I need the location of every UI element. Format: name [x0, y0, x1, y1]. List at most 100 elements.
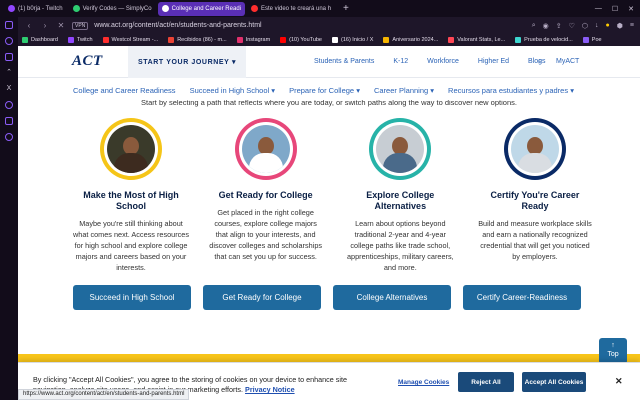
- card-photo-ring: [369, 118, 432, 180]
- whatsapp-icon[interactable]: [5, 53, 13, 61]
- maximize-icon[interactable]: ☐: [612, 5, 618, 13]
- myact-link[interactable]: MyACT: [556, 58, 579, 65]
- act-logo[interactable]: ACT: [72, 53, 103, 70]
- top-nav: Students & Parents K-12 Workforce Higher…: [314, 58, 546, 65]
- minimize-icon[interactable]: —: [595, 5, 602, 13]
- ai-icon[interactable]: ⌃: [5, 69, 13, 77]
- history-icon[interactable]: [5, 117, 13, 125]
- site-header: ACT START YOUR JOURNEY ▾ Students & Pare…: [18, 46, 640, 78]
- tab-bar: (1) b0rja - Twitch Verify Codes — Simply…: [0, 0, 640, 17]
- chevron-down-icon: ▾: [269, 86, 276, 95]
- tab-favicon-icon: [8, 5, 15, 12]
- address-bar: ‹ › ✕ VPN www.act.org/content/act/en/stu…: [18, 17, 640, 34]
- subnav-high-school[interactable]: Succeed in High School ▾: [190, 86, 276, 95]
- succeed-high-school-button[interactable]: Succeed in High School: [73, 285, 191, 310]
- yellow-band: [18, 354, 640, 362]
- accept-all-cookies-button[interactable]: Accept All Cookies: [522, 372, 586, 392]
- card-text: Get placed in the right college courses,…: [209, 208, 323, 261]
- intro-text: Start by selecting a path that reflects …: [141, 100, 517, 107]
- path-card-high-school: Make the Most of High School Maybe you'r…: [73, 118, 189, 273]
- cube-icon[interactable]: ⬡: [582, 22, 588, 30]
- bookmark-favicon-icon: [102, 37, 109, 43]
- nav-blogs[interactable]: Blogs: [528, 58, 546, 65]
- bookmark-favicon-icon: [383, 37, 390, 43]
- camera-icon[interactable]: ◉: [543, 22, 549, 30]
- bookmark-item[interactable]: (16) Inicio / X: [332, 37, 373, 43]
- bookmark-item[interactable]: Aniversario 2024...: [383, 37, 438, 43]
- bookmark-item[interactable]: Valorant Stats, Le...: [448, 37, 505, 43]
- vpn-badge[interactable]: VPN: [72, 21, 89, 30]
- bookmark-favicon-icon: [22, 37, 28, 43]
- browser-tab[interactable]: Verify Codes — SimplyCo: [69, 2, 156, 16]
- bookmark-item[interactable]: Recibidos (86) - m...: [168, 37, 227, 43]
- nav-higher-ed[interactable]: Higher Ed: [478, 58, 509, 65]
- close-window-icon[interactable]: ✕: [628, 5, 634, 13]
- manage-cookies-link[interactable]: Manage Cookies: [398, 379, 449, 386]
- bookmark-item[interactable]: Poe: [582, 37, 602, 43]
- nav-k12[interactable]: K-12: [393, 58, 408, 65]
- certify-career-readiness-button[interactable]: Certify Career-Readiness: [463, 285, 581, 310]
- search-icon[interactable]: ⌕: [538, 56, 542, 66]
- download-icon[interactable]: ↓: [595, 22, 599, 30]
- browser-tab-active[interactable]: College and Career Readi: [157, 1, 245, 16]
- bookmark-icon[interactable]: ♡: [569, 22, 575, 30]
- card-title: Explore College Alternatives: [366, 190, 435, 211]
- subnav-college-career[interactable]: College and Career Readiness: [73, 86, 176, 95]
- card-text: Build and measure workplace skills and e…: [478, 219, 592, 261]
- apple-icon[interactable]: ●: [606, 22, 610, 30]
- card-photo-ring: [503, 118, 566, 180]
- card-text: Maybe you're still thinking about what c…: [73, 219, 189, 272]
- share-icon[interactable]: ⇪: [556, 22, 562, 30]
- path-cards: Make the Most of High School Maybe you'r…: [73, 118, 593, 273]
- reject-all-button[interactable]: Reject All: [458, 372, 514, 392]
- browser-tab[interactable]: Este video te creará una h: [247, 2, 335, 16]
- forward-icon[interactable]: ›: [40, 21, 50, 30]
- back-to-top-button[interactable]: ↑ Top: [599, 338, 627, 364]
- card-text: Learn about options beyond traditional 2…: [346, 219, 454, 272]
- bookmark-item[interactable]: Dashboard: [22, 37, 58, 43]
- tab-favicon-icon: [250, 5, 258, 12]
- nav-workforce[interactable]: Workforce: [427, 58, 459, 65]
- bookmark-item[interactable]: Instagram: [236, 37, 270, 43]
- player-icon[interactable]: [5, 101, 13, 109]
- close-icon[interactable]: ✕: [615, 376, 623, 387]
- x-icon[interactable]: X: [5, 85, 13, 93]
- bookmark-favicon-icon: [582, 37, 589, 43]
- settings-icon[interactable]: [5, 133, 13, 141]
- bookmark-item[interactable]: (10) YouTube: [280, 37, 322, 43]
- url-field[interactable]: www.act.org/content/act/en/students-and-…: [94, 22, 525, 29]
- subnav-recursos[interactable]: Recursos para estudiantes y padres ▾: [448, 86, 574, 95]
- bookmark-item[interactable]: Prueba de velocid...: [515, 37, 573, 43]
- card-photo-ring: [234, 118, 297, 180]
- bookmark-favicon-icon: [332, 37, 338, 43]
- start-journey-menu[interactable]: START YOUR JOURNEY ▾: [128, 46, 247, 78]
- student-photo: [510, 125, 559, 173]
- extensions-icon[interactable]: ⬢: [617, 22, 623, 30]
- menu-icon[interactable]: ≡: [630, 22, 634, 30]
- stop-icon[interactable]: ✕: [56, 21, 66, 30]
- nav-students-parents[interactable]: Students & Parents: [314, 58, 374, 65]
- student-photo: [107, 125, 155, 173]
- bookmark-item[interactable]: Westcol Stream -...: [102, 37, 158, 43]
- bookmark-item[interactable]: Twitch: [67, 37, 93, 43]
- tab-favicon-icon: [161, 5, 169, 12]
- card-photo-ring: [100, 118, 162, 180]
- subnav-prepare-college[interactable]: Prepare for College ▾: [289, 86, 360, 95]
- path-card-career-ready: Certify You're Career Ready Build and me…: [477, 118, 593, 273]
- privacy-notice-link[interactable]: Privacy Notice: [245, 385, 295, 394]
- get-ready-college-button[interactable]: Get Ready for College: [203, 285, 321, 310]
- new-tab-button[interactable]: +: [337, 3, 355, 14]
- back-icon[interactable]: ‹: [24, 21, 34, 30]
- card-title: Get Ready for College: [218, 190, 313, 200]
- college-alternatives-button[interactable]: College Alternatives: [333, 285, 451, 310]
- chevron-down-icon: ▾: [354, 86, 360, 95]
- chevron-down-icon: ▾: [428, 86, 435, 95]
- search-icon[interactable]: ⌕: [532, 22, 536, 30]
- browser-tab[interactable]: (1) b0rja - Twitch: [4, 2, 67, 16]
- student-photo: [376, 125, 425, 173]
- messenger-icon[interactable]: [5, 37, 13, 45]
- subnav-career-planning[interactable]: Career Planning ▾: [374, 86, 434, 95]
- path-card-college: Get Ready for College Get placed in the …: [208, 118, 324, 273]
- workspace-icon[interactable]: [5, 21, 13, 29]
- bookmark-favicon-icon: [67, 37, 74, 43]
